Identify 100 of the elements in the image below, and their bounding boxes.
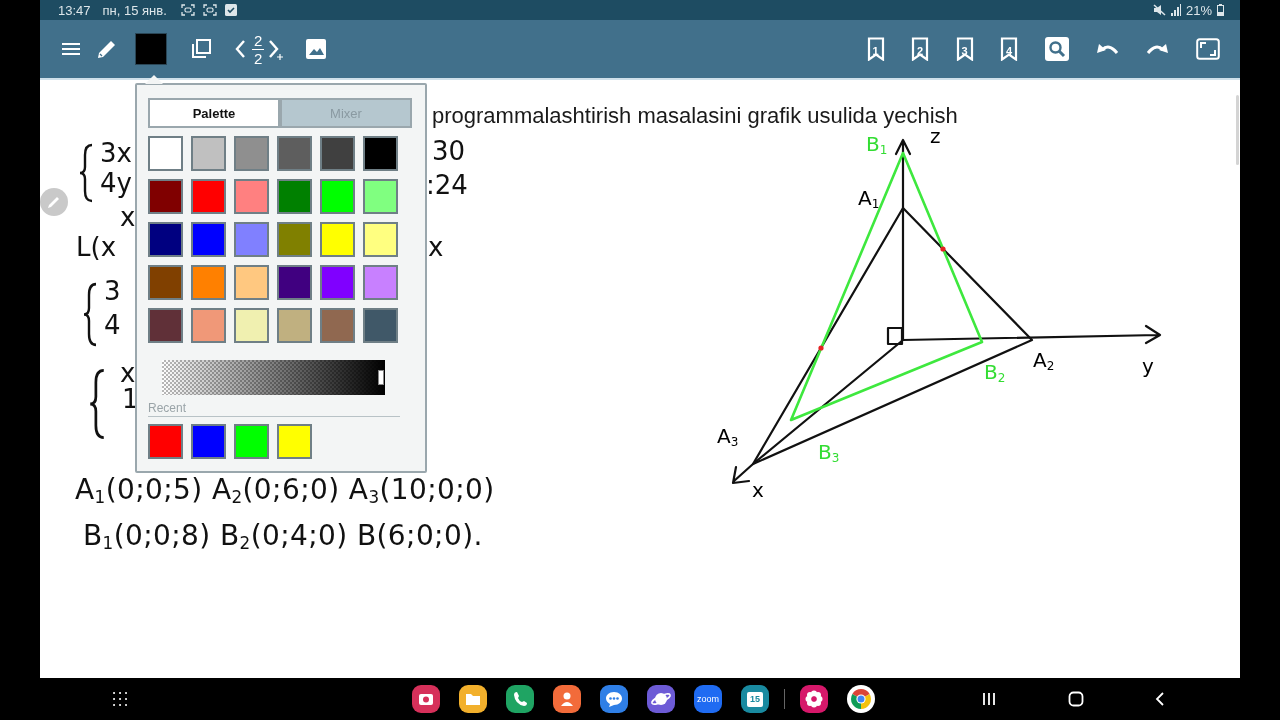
page-count: 2 (254, 49, 263, 66)
color-swatch[interactable] (191, 222, 226, 257)
color-swatch[interactable] (363, 136, 398, 171)
image-icon[interactable] (305, 38, 328, 60)
diagram-label: B$_{3}$ (818, 440, 840, 467)
planet-icon[interactable] (647, 685, 675, 713)
recent-apps-icon[interactable] (981, 691, 997, 707)
color-swatch[interactable] (234, 136, 269, 171)
color-swatch[interactable] (363, 265, 398, 300)
handwritten-text: x (120, 202, 136, 232)
diagram-label: A$_{3}$ (717, 424, 739, 451)
signal-icon (1170, 4, 1181, 16)
handwritten-text: 3x (100, 138, 132, 168)
brace-icon (88, 368, 106, 440)
page-number: 2 (252, 32, 265, 50)
chat-bubble-icon[interactable] (600, 685, 628, 713)
handwritten-text: :24 (426, 170, 468, 200)
chevron-left-icon[interactable] (234, 38, 246, 60)
handwritten-coordinates: B$_{1}$(0;0;8) B$_{2}$(0;4;0) B(6;0;0). (83, 518, 483, 556)
bookmark-button[interactable]: 4 (1000, 37, 1018, 61)
diagram-label: y (1142, 354, 1154, 378)
search-icon[interactable] (1044, 37, 1069, 61)
back-icon[interactable] (1155, 691, 1165, 707)
folder-icon[interactable] (459, 685, 487, 713)
color-swatch[interactable] (191, 308, 226, 343)
bookmark-icon (1000, 37, 1018, 61)
recent-color-swatch[interactable] (191, 424, 226, 459)
undo-icon[interactable] (1095, 41, 1119, 57)
diagram-label: B$_{1}$ (866, 132, 888, 159)
diagram-label: x (752, 478, 764, 502)
color-swatch[interactable] (148, 308, 183, 343)
battery-percent: 21% (1185, 2, 1212, 18)
brace-icon (82, 282, 98, 347)
color-swatch[interactable] (320, 222, 355, 257)
handwritten-text: 4 (104, 310, 121, 340)
color-swatch[interactable] (320, 308, 355, 343)
clock: 13:47 (58, 2, 91, 18)
color-swatch[interactable] (320, 136, 355, 171)
handwritten-text: 3 (104, 276, 121, 306)
color-swatch[interactable] (234, 222, 269, 257)
color-swatch[interactable] (320, 179, 355, 214)
opacity-slider[interactable] (162, 360, 385, 395)
brace-icon (78, 143, 94, 203)
handwritten-coordinates: A$_{1}$(0;0;5) A$_{2}$(0;6;0) A$_{3}$(10;0;0) (75, 472, 495, 510)
color-swatch[interactable] (148, 179, 183, 214)
color-swatch[interactable] (277, 222, 312, 257)
color-swatch[interactable] (277, 179, 312, 214)
color-swatch[interactable] (277, 308, 312, 343)
diagram-label: B$_{2}$ (984, 360, 1006, 387)
color-swatch[interactable] (234, 265, 269, 300)
color-swatch[interactable] (191, 265, 226, 300)
handwritten-text: 4y (100, 168, 132, 198)
home-icon[interactable] (1068, 691, 1084, 707)
color-swatch[interactable] (234, 308, 269, 343)
color-swatch[interactable] (363, 222, 398, 257)
screen-capture-icon (202, 4, 217, 16)
person-icon[interactable] (553, 685, 581, 713)
color-swatch[interactable] (191, 136, 226, 171)
diagram-label: A$_{2}$ (1033, 348, 1055, 375)
color-swatch[interactable] (234, 179, 269, 214)
handwritten-text: 30 (432, 136, 466, 166)
app-button[interactable]: zoom (694, 685, 722, 713)
recent-color-swatch[interactable] (277, 424, 312, 459)
screen-capture-icon (180, 4, 195, 16)
bookmark-icon (955, 37, 974, 61)
color-swatch[interactable] (277, 265, 312, 300)
app-grid-icon[interactable] (113, 692, 127, 706)
recent-color-swatch[interactable] (234, 424, 269, 459)
bookmark-icon (866, 37, 885, 61)
color-swatch[interactable] (363, 179, 398, 214)
handwritten-text: L(x (76, 232, 116, 262)
recent-label: Recent (148, 401, 188, 415)
color-swatch[interactable] (277, 136, 312, 171)
mute-icon (1152, 4, 1166, 16)
battery-icon (1217, 4, 1224, 16)
diagram-label: A$_{1}$ (858, 186, 880, 213)
date: пн, 15 янв. (102, 2, 167, 18)
flower-icon[interactable] (800, 685, 828, 713)
checkbox-icon (224, 4, 237, 16)
color-swatch[interactable] (148, 222, 183, 257)
color-swatch[interactable] (148, 136, 183, 171)
handwritten-text: x (428, 232, 444, 262)
pen-color-button[interactable] (135, 33, 167, 65)
color-swatch[interactable] (148, 265, 183, 300)
bookmark-icon (911, 37, 929, 61)
color-swatch[interactable] (320, 265, 355, 300)
phone-icon[interactable] (506, 685, 534, 713)
picker-tab[interactable]: Palette (148, 98, 280, 128)
scroll-indicator (1236, 95, 1239, 165)
pages-icon[interactable] (190, 38, 212, 60)
recent-color-swatch[interactable] (148, 424, 183, 459)
fullscreen-icon[interactable] (1196, 38, 1220, 60)
camera-icon[interactable] (412, 685, 440, 713)
redo-icon[interactable] (1145, 41, 1170, 57)
color-swatch[interactable] (363, 308, 398, 343)
calendar-button[interactable]: 15 (741, 685, 769, 713)
tricolor-ring-icon[interactable] (847, 685, 875, 713)
slider-handle[interactable] (377, 370, 384, 385)
color-swatch[interactable] (191, 179, 226, 214)
pencil-icon[interactable] (96, 38, 118, 60)
